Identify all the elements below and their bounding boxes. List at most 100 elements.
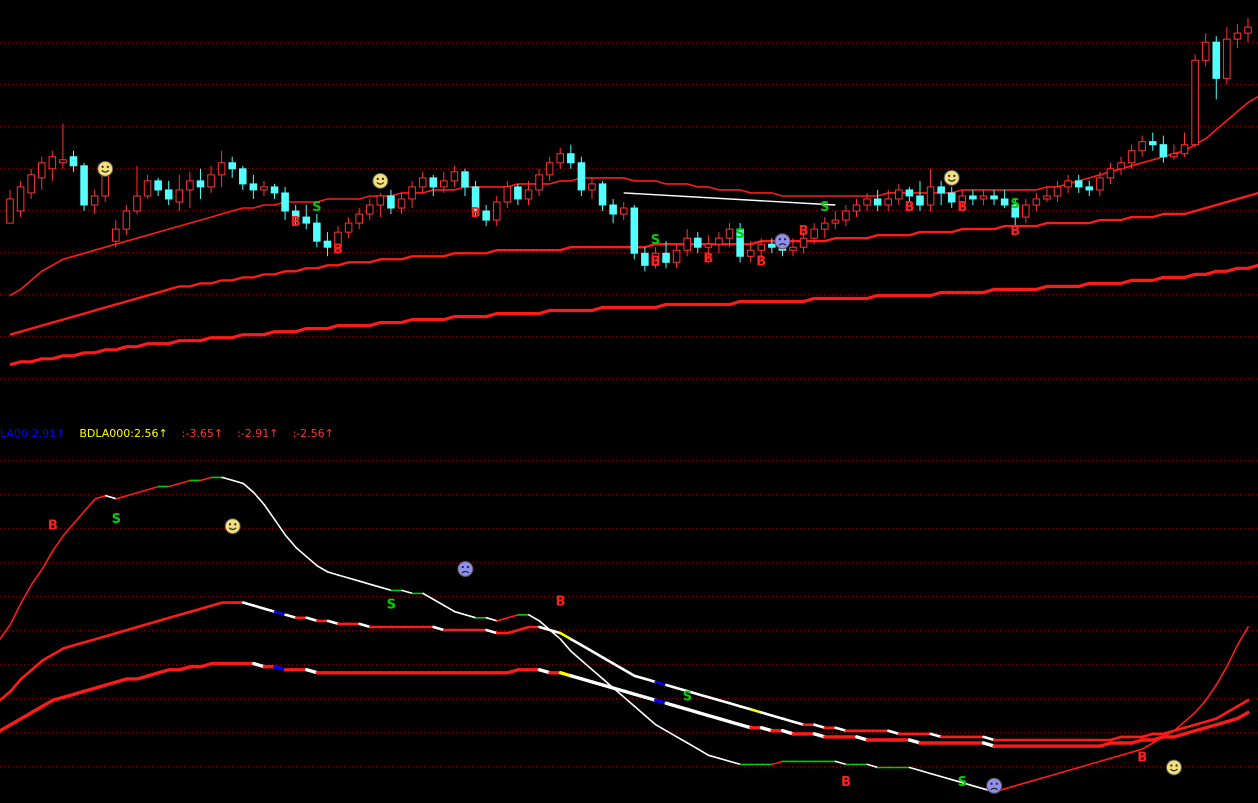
candle-body bbox=[313, 222, 321, 242]
candle bbox=[429, 174, 438, 196]
candle-body bbox=[429, 177, 438, 188]
candle-body bbox=[217, 162, 226, 176]
candle-body bbox=[112, 228, 120, 242]
candle bbox=[619, 201, 628, 221]
candle-body bbox=[831, 219, 840, 224]
buy-signal-label: B bbox=[1137, 750, 1147, 765]
candle bbox=[344, 217, 353, 239]
candle-body bbox=[1022, 204, 1030, 218]
indicator-segment-osc bbox=[9, 601, 23, 625]
candle-body bbox=[1223, 38, 1231, 79]
candle bbox=[69, 150, 78, 172]
smiley-face-icon bbox=[97, 160, 114, 177]
indicator-segment-band_mid bbox=[1109, 735, 1123, 742]
icon-eye bbox=[1170, 764, 1173, 767]
indicator-segment-osc bbox=[1226, 644, 1239, 668]
trend-line bbox=[623, 192, 836, 206]
indicator-segment-osc bbox=[633, 705, 647, 717]
indicator-segment-band_slow bbox=[0, 723, 13, 733]
candle-body bbox=[598, 183, 607, 206]
indicator-segment-osc bbox=[305, 556, 319, 567]
candle bbox=[302, 205, 311, 230]
candle bbox=[535, 168, 543, 196]
candle-body bbox=[725, 228, 734, 239]
indicator-segment-osc bbox=[728, 760, 742, 766]
candle bbox=[492, 195, 501, 227]
candle bbox=[260, 180, 268, 196]
indicator-segment-band_mid bbox=[72, 641, 86, 647]
candle-body bbox=[461, 171, 469, 188]
candle-body bbox=[704, 243, 713, 248]
icon-face bbox=[774, 233, 791, 250]
candle-body bbox=[1064, 180, 1072, 188]
frowny-face-icon bbox=[457, 560, 474, 577]
indicator-segment-osc bbox=[707, 754, 721, 760]
sell-signal-label: S bbox=[112, 512, 121, 527]
candle bbox=[715, 232, 723, 254]
candle bbox=[281, 186, 289, 221]
candle-body bbox=[672, 249, 681, 263]
candle bbox=[175, 174, 184, 212]
indicator-segment-osc bbox=[168, 482, 181, 488]
indicator-segment-band_mid bbox=[760, 711, 774, 717]
candle bbox=[461, 168, 469, 196]
indicator-segment-osc bbox=[771, 760, 784, 766]
indicator-segment-band_mid bbox=[749, 708, 763, 714]
indicator-segment-osc bbox=[274, 519, 287, 537]
indicator-segment-osc bbox=[697, 748, 710, 757]
candle-body bbox=[1148, 141, 1157, 146]
indicator-segment-band_mid bbox=[136, 622, 150, 629]
indicator-segment-band_mid bbox=[51, 647, 65, 656]
candle bbox=[313, 214, 321, 248]
candle-body bbox=[577, 162, 586, 191]
icon-eye bbox=[234, 523, 237, 526]
icon-eye bbox=[376, 177, 379, 180]
indicator-segment-band_mid bbox=[242, 601, 256, 607]
indicator-segment-band_mid bbox=[929, 732, 943, 739]
icon-face bbox=[97, 160, 114, 177]
indicator-segment-osc bbox=[1078, 763, 1091, 769]
candle-body bbox=[1180, 144, 1189, 155]
candle-body bbox=[1032, 198, 1041, 206]
candle-body bbox=[715, 237, 723, 245]
indicator-segment-band_mid bbox=[432, 625, 446, 632]
indicator-segment-osc bbox=[940, 775, 953, 781]
candle bbox=[1244, 18, 1252, 43]
indicator-segment-osc bbox=[62, 522, 75, 537]
buy-signal-label: B bbox=[333, 242, 343, 257]
candle bbox=[27, 168, 35, 199]
indicator-segment-osc bbox=[242, 482, 255, 494]
candle-body bbox=[1106, 168, 1115, 179]
icon-eye bbox=[381, 177, 385, 180]
indicator-segment-band_mid bbox=[791, 720, 806, 727]
indicator-segment-osc bbox=[654, 723, 668, 732]
candle bbox=[873, 189, 882, 212]
indicator-segment-band_mid bbox=[40, 653, 55, 662]
candle-body bbox=[450, 171, 459, 182]
candle bbox=[1117, 156, 1125, 175]
indicator-segment-band_mid bbox=[622, 668, 636, 678]
candle-body bbox=[207, 174, 215, 188]
indicator-segment-osc bbox=[1215, 665, 1228, 686]
sell-signal-label: S bbox=[312, 200, 321, 215]
buy-signal-label: B bbox=[1010, 224, 1020, 239]
icon-face bbox=[1165, 759, 1182, 776]
candle-body bbox=[27, 174, 35, 194]
indicator-segment-band_mid bbox=[9, 677, 23, 693]
candle bbox=[577, 156, 586, 196]
candle-body bbox=[873, 198, 882, 206]
buy-signal-label: B bbox=[471, 206, 481, 221]
indicator-segment-osc bbox=[443, 604, 456, 613]
chart-root: BSBBSBBSBBSBBSB LA00:2.91↑ BDLA000:2.56↑:… bbox=[0, 0, 1258, 803]
indicator-segment-osc bbox=[179, 479, 192, 485]
indicator-segment-band_mid bbox=[538, 625, 552, 632]
icon-eye bbox=[953, 174, 956, 177]
candle bbox=[503, 180, 512, 209]
candle bbox=[408, 180, 416, 209]
candle bbox=[239, 165, 247, 190]
candle bbox=[1043, 186, 1051, 202]
candle bbox=[567, 144, 575, 169]
candle bbox=[365, 198, 374, 221]
buy-signal-label: B bbox=[904, 200, 914, 215]
candle-body bbox=[133, 195, 141, 212]
